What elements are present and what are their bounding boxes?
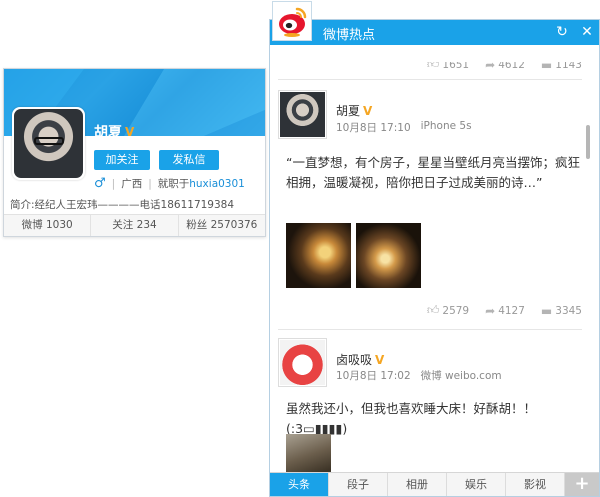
weibo-logo-icon <box>279 7 307 37</box>
divider <box>278 329 582 330</box>
tab-albums[interactable]: 相册 <box>388 473 447 496</box>
profile-bio: 简介:经纪人王宏玮————电话18611719384 <box>10 199 235 211</box>
tab-movies[interactable]: 影视 <box>506 473 565 496</box>
weibo-hot-panel: 微博热点 ↻ ✕ 👍︎ 1651 ➦ 4612 ▬ 1143 胡夏 V 10月8日 1… <box>269 19 600 497</box>
previous-post-actions: 👍︎ 1651 ➦ 4612 ▬ 1143 <box>270 62 592 74</box>
repost-icon: ➦ <box>485 303 496 318</box>
like-button[interactable]: 👍︎ 2579 <box>427 303 469 318</box>
profile-name-text: 胡夏 <box>94 125 122 141</box>
tab-entertainment[interactable]: 娱乐 <box>447 473 506 496</box>
profile-stats: 微博 1030 关注 234 粉丝 2570376 <box>4 214 265 236</box>
post-text: “一直梦想，有个房子，星星当壁纸月亮当摆饰；疯狂相拥，温暖凝视，陪你把日子过成美… <box>286 155 580 190</box>
comment-button[interactable]: ▬ 3345 <box>541 304 582 318</box>
stat-weibo[interactable]: 微博 1030 <box>4 215 92 236</box>
verified-icon: V <box>125 125 135 139</box>
profile-avatar[interactable] <box>12 107 85 180</box>
profile-meta: ♂ | 广西 | 就职于huxia0301 <box>94 176 245 191</box>
add-tab-button[interactable]: + <box>565 473 599 496</box>
follow-button[interactable]: 加关注 <box>94 150 150 170</box>
weibo-logo[interactable] <box>272 1 312 41</box>
post-source: 微博 weibo.com <box>420 370 502 382</box>
post-author[interactable]: 胡夏 V <box>336 102 372 119</box>
panel-title: 微博热点 <box>323 28 376 43</box>
post-text: 虽然我还小，但我也喜欢睡大床！好酥胡！！(:3▭▮▮▮▮) <box>286 401 537 436</box>
post-avatar[interactable] <box>278 90 327 139</box>
profile-name[interactable]: 胡夏 V <box>94 122 134 142</box>
stat-following[interactable]: 关注 234 <box>91 215 179 236</box>
comment-icon: ▬ <box>540 62 553 72</box>
post-author[interactable]: 卤吸吸 V <box>336 351 384 368</box>
post-source: iPhone 5s <box>420 120 472 132</box>
repost-button[interactable]: ➦ 4127 <box>485 304 525 318</box>
post-time: 10月8日 17:02 <box>336 370 411 382</box>
verified-icon: V <box>375 352 385 367</box>
like-button[interactable]: 👍︎ 1651 <box>427 62 469 72</box>
thumbs-up-icon: 👍︎ <box>426 303 440 317</box>
post-avatar[interactable] <box>278 338 327 387</box>
repost-button[interactable]: ➦ 4612 <box>485 62 525 72</box>
post-actions: 👍︎ 2579 ➦ 4127 ▬ 3345 <box>270 303 592 318</box>
comment-button[interactable]: ▬ 1143 <box>541 62 582 72</box>
post-image[interactable] <box>286 223 351 288</box>
post-image[interactable] <box>356 223 421 288</box>
panel-header: 微博热点 ↻ ✕ <box>270 20 599 45</box>
tab-headlines[interactable]: 头条 <box>270 473 329 496</box>
post-meta: 10月8日 17:02 微博 weibo.com <box>336 368 502 383</box>
profile-card: 胡夏 V 加关注 发私信 ♂ | 广西 | 就职于huxia0301 简介:经纪… <box>3 68 266 237</box>
scrollbar[interactable] <box>586 125 590 159</box>
comment-icon: ▬ <box>540 303 553 318</box>
verified-icon: V <box>363 103 373 118</box>
message-button[interactable]: 发私信 <box>159 150 219 170</box>
thumbs-up-icon: 👍︎ <box>426 62 440 71</box>
post-image[interactable] <box>286 434 331 473</box>
tab-jokes[interactable]: 段子 <box>329 473 388 496</box>
post-time: 10月8日 17:10 <box>336 122 411 134</box>
location-text: 广西 <box>121 178 143 190</box>
avatar-image <box>280 92 325 137</box>
category-tabs: 头条 段子 相册 娱乐 影视 + <box>270 472 599 496</box>
post-meta: 10月8日 17:10 iPhone 5s <box>336 120 472 135</box>
stat-followers[interactable]: 粉丝 2570376 <box>179 215 265 236</box>
divider <box>278 79 582 80</box>
male-icon: ♂ <box>94 176 106 191</box>
repost-icon: ➦ <box>485 62 496 72</box>
avatar-image <box>280 340 325 385</box>
employer-link[interactable]: huxia0301 <box>189 178 245 190</box>
feed-list[interactable]: 👍︎ 1651 ➦ 4612 ▬ 1143 胡夏 V 10月8日 17:10 iPho… <box>270 45 592 473</box>
refresh-icon[interactable]: ↻ <box>553 23 571 41</box>
close-icon[interactable]: ✕ <box>578 23 596 41</box>
employer-line: 就职于huxia0301 <box>157 178 245 190</box>
avatar-image <box>14 109 83 178</box>
